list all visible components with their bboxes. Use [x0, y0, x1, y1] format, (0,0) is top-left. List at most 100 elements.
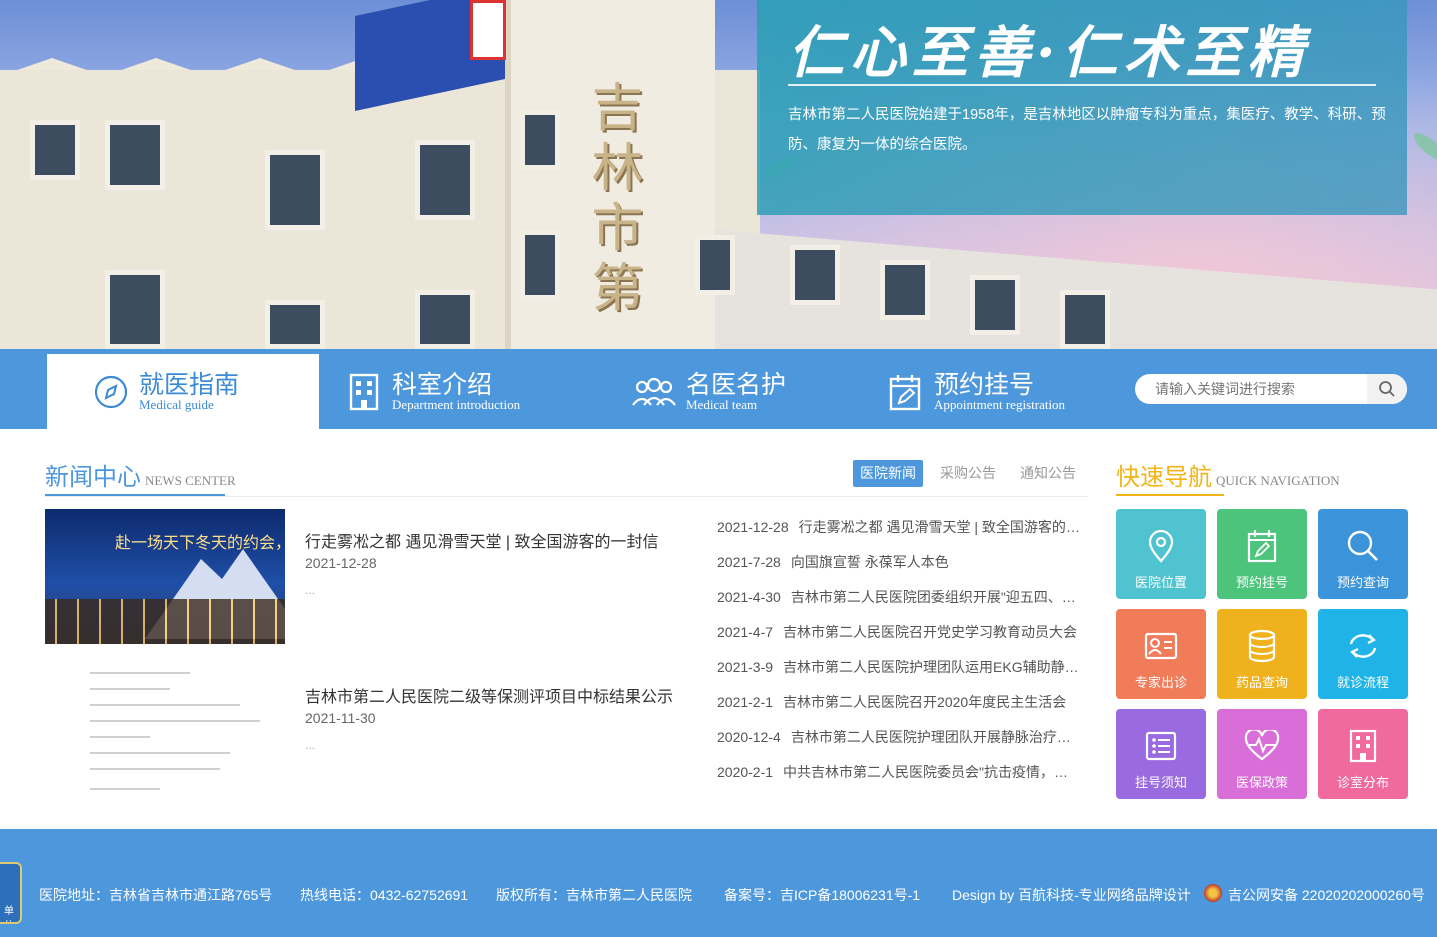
news-list-title: 中共吉林市第二人民医院委员会"抗击疫情，党员先行"倡议书: [783, 764, 1082, 780]
news-section-title: 新闻中心 NEWS CENTER: [45, 457, 236, 492]
hero-description: 吉林市第二人民医院始建于1958年，是吉林地区以肿瘤专科为重点，集医疗、教学、科…: [788, 107, 1386, 153]
document-line: [90, 736, 150, 738]
featured-news-excerpt: ...: [305, 738, 316, 752]
quicknav-label: 诊室分布: [1336, 775, 1389, 790]
badge-text: 单位: [4, 906, 14, 922]
news-list-date: 2021-2-1: [717, 694, 774, 710]
news-list-item[interactable]: 2021-12-28 行走雾凇之都 遇见滑雪天堂 | 致全国游客的一封信: [717, 517, 1082, 537]
news-list-date: 2021-12-28: [717, 519, 789, 535]
building-window: [970, 275, 1020, 335]
document-line: [90, 788, 160, 790]
news-list-item[interactable]: 2020-12-4 吉林市第二人民医院护理团队开展静脉治疗专项培训: [717, 727, 1082, 747]
footer-icp-link[interactable]: 备案号：吉ICP备18006231号-1: [724, 885, 920, 905]
building-window: [520, 110, 560, 170]
building-window: [265, 150, 325, 230]
news-list-date: 2020-12-4: [717, 729, 781, 745]
news-divider: [45, 496, 1088, 497]
nav-departments[interactable]: 科室介绍 Department introduction: [344, 354, 574, 429]
building-window: [520, 230, 560, 300]
building-window: [1060, 290, 1110, 349]
news-list-title: 向国旗宣誓 永葆军人本色: [790, 554, 949, 570]
building-window: [790, 245, 840, 305]
calendar-edit-icon: [886, 372, 926, 412]
footer-design-credit[interactable]: Design by 百航科技-专业网络品牌设计: [952, 885, 1191, 905]
news-list-item[interactable]: 2021-2-1 吉林市第二人民医院召开2020年度民主生活会: [717, 692, 1082, 712]
nav-appointment[interactable]: 预约挂号 Appointment registration: [886, 354, 1116, 429]
news-title-underline: [45, 494, 225, 496]
building-window: [415, 290, 475, 349]
tab-hospital-news[interactable]: 医院新闻: [853, 460, 923, 487]
calendar-edit-icon: [1244, 528, 1280, 564]
quicknav-label: 药品查询: [1235, 675, 1288, 690]
news-list-date: 2020-2-1: [717, 764, 774, 780]
news-list-item[interactable]: 2021-4-30 吉林市第二人民医院团委组织开展"迎五四、学党史"主题团日活动: [717, 587, 1082, 607]
news-title-cn: 新闻中心: [45, 464, 141, 491]
news-thumbnail-document[interactable]: [45, 664, 285, 799]
quicknav-expert-schedule[interactable]: 专家出诊: [1116, 609, 1206, 699]
news-list-item[interactable]: 2021-3-9 吉林市第二人民医院护理团队运用EKG辅助静脉治疗: [717, 657, 1082, 677]
tab-notices[interactable]: 通知公告: [1013, 460, 1083, 487]
heart-pulse-icon: [1244, 728, 1280, 764]
nav-subtitle: Department introduction: [392, 396, 521, 412]
document-line: [90, 672, 190, 674]
quicknav-label: 预约查询: [1336, 575, 1389, 590]
search-icon: [1345, 528, 1381, 564]
quicknav-appointment[interactable]: 预约挂号: [1217, 509, 1307, 599]
tab-procurement[interactable]: 采购公告: [933, 460, 1003, 487]
quicknav-label: 挂号须知: [1134, 775, 1187, 790]
building-window: [105, 120, 165, 190]
database-icon: [1244, 628, 1280, 664]
news-list-title: 吉林市第二人民医院召开2020年度民主生活会: [783, 694, 1067, 710]
footer-police-record[interactable]: 吉公网安备 22020202000260号: [1228, 885, 1425, 905]
document-line: [90, 752, 230, 754]
quicknav-appointment-query[interactable]: 预约查询: [1318, 509, 1408, 599]
news-list-date: 2021-3-9: [717, 659, 774, 675]
nav-medical-team[interactable]: 名医名护 Medical team: [630, 354, 850, 429]
search-button[interactable]: [1367, 374, 1407, 404]
nav-title: 科室介绍: [392, 370, 493, 399]
town-lights-graphic: [45, 599, 285, 644]
quicknav-visit-process[interactable]: 就诊流程: [1318, 609, 1408, 699]
footer-address: 医院地址：吉林省吉林市通江路765号: [39, 887, 273, 903]
featured-news-title[interactable]: 吉林市第二人民医院二级等保测评项目中标结果公示: [305, 683, 673, 707]
nav-subtitle: Medical team: [686, 396, 758, 412]
police-badge-icon: [1204, 884, 1222, 902]
quicknav-registration-notice[interactable]: 挂号须知: [1116, 709, 1206, 799]
quicknav-drug-query[interactable]: 药品查询: [1217, 609, 1307, 699]
nav-title: 名医名护: [686, 370, 787, 399]
quicknav-title-en: QUICK NAVIGATION: [1216, 473, 1340, 488]
quicknav-clinic-layout[interactable]: 诊室分布: [1318, 709, 1408, 799]
hero-slogan: 仁心至善·仁术至精: [788, 20, 1310, 86]
search-input[interactable]: [1135, 374, 1367, 404]
news-thumbnail[interactable]: 赴一场天下冬天的约会，以为造梦 畅享无限: [45, 509, 285, 644]
location-pin-icon: [1143, 528, 1179, 564]
search-icon: [1379, 381, 1395, 397]
building-icon: [1345, 728, 1381, 764]
quicknav-label: 专家出诊: [1134, 675, 1187, 690]
compass-icon: [91, 372, 131, 412]
quicknav-hospital-location[interactable]: 医院位置: [1116, 509, 1206, 599]
quicknav-label: 预约挂号: [1235, 575, 1288, 590]
news-list-date: 2021-7-28: [717, 554, 781, 570]
news-list-title: 吉林市第二人民医院护理团队运用EKG辅助静脉治疗: [783, 659, 1082, 675]
nav-subtitle: Appointment registration: [934, 396, 1066, 412]
id-card-icon: [1143, 628, 1179, 664]
footer: [0, 829, 1437, 937]
people-icon: [630, 372, 678, 412]
building-icon: [344, 372, 384, 412]
nav-medical-guide[interactable]: 就医指南 Medical guide: [47, 354, 319, 429]
news-list-item[interactable]: 2021-7-28 向国旗宣誓 永葆军人本色: [717, 552, 1082, 572]
news-list-date: 2021-4-7: [717, 624, 774, 640]
quicknav-label: 医院位置: [1134, 575, 1187, 590]
red-cross-sign: [470, 0, 506, 60]
building-window: [30, 120, 80, 180]
featured-news-date: 2021-12-28: [305, 555, 377, 571]
news-list-item[interactable]: 2021-4-7 吉林市第二人民医院召开党史学习教育动员大会: [717, 622, 1082, 642]
quicknav-insurance-policy[interactable]: 医保政策: [1217, 709, 1307, 799]
nav-title: 预约挂号: [934, 370, 1035, 399]
government-badge[interactable]: 单位: [0, 862, 22, 924]
quicknav-label: 医保政策: [1235, 775, 1288, 790]
news-list-item[interactable]: 2020-2-1 中共吉林市第二人民医院委员会"抗击疫情，党员先行"倡议书: [717, 762, 1082, 782]
quicknav-section-title: 快速导航 QUICK NAVIGATION: [1116, 457, 1340, 492]
featured-news-title[interactable]: 行走雾凇之都 遇见滑雪天堂 | 致全国游客的一封信: [305, 528, 659, 552]
